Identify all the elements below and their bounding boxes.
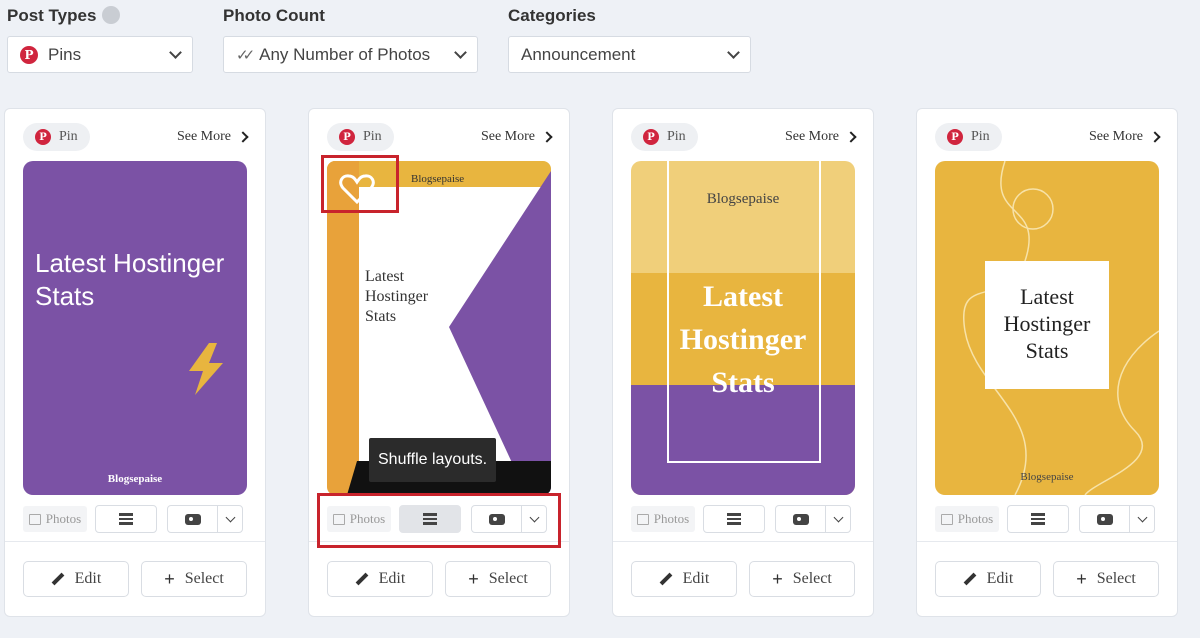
pin-preview-image[interactable]: Latest Hostinger Stats Blogsepaise xyxy=(935,161,1159,495)
divider xyxy=(613,541,873,542)
see-more-link[interactable]: See More xyxy=(785,129,857,145)
plus-icon: + xyxy=(772,568,783,589)
see-more-link[interactable]: See More xyxy=(177,129,249,145)
plus-icon: + xyxy=(468,568,479,589)
pinterest-icon: P xyxy=(947,129,963,145)
divider xyxy=(5,541,265,542)
pencil-icon xyxy=(963,572,977,586)
select-button[interactable]: + Select xyxy=(445,561,551,597)
camera-button[interactable] xyxy=(1080,506,1130,532)
chevron-right-icon xyxy=(845,131,857,143)
photo-count-value: Any Number of Photos xyxy=(259,44,431,64)
edit-button[interactable]: Edit xyxy=(327,561,433,597)
shuffle-layout-button[interactable] xyxy=(1007,505,1069,533)
photos-button[interactable]: Photos xyxy=(935,506,999,532)
camera-split-button xyxy=(775,505,851,533)
pinterest-icon: P xyxy=(35,129,51,145)
divider xyxy=(917,541,1177,542)
photos-icon xyxy=(636,513,649,525)
pencil-icon xyxy=(659,572,673,586)
pin-preview-image[interactable]: Latest Hostinger Stats Blogsepaise xyxy=(23,161,247,495)
pin-preview-image[interactable]: Blogsepaise Latest Hostinger Stats xyxy=(631,161,855,495)
edit-button[interactable]: Edit xyxy=(935,561,1041,597)
pencil-icon xyxy=(51,572,65,586)
pin-brand: Blogsepaise xyxy=(107,473,163,485)
toolbar-highlight-box xyxy=(317,493,561,548)
filter-post-types-label: Post Types xyxy=(7,6,121,26)
camera-dropdown-button[interactable] xyxy=(218,506,242,532)
shuffle-layout-icon xyxy=(727,513,741,525)
photos-icon xyxy=(28,513,41,525)
camera-button[interactable] xyxy=(776,506,826,532)
pin-title: Latest Hostinger Stats xyxy=(679,280,807,399)
pin-title: Latest Hostinger Stats xyxy=(365,268,429,325)
photos-icon xyxy=(940,513,953,525)
pinterest-icon: P xyxy=(643,129,659,145)
pencil-icon xyxy=(355,572,369,586)
select-button[interactable]: + Select xyxy=(141,561,247,597)
shuffle-layout-button[interactable] xyxy=(95,505,157,533)
pinterest-icon: P xyxy=(339,129,355,145)
see-more-link[interactable]: See More xyxy=(1089,129,1161,145)
chevron-down-icon xyxy=(225,512,235,523)
info-icon[interactable] xyxy=(102,6,121,24)
see-more-link[interactable]: See More xyxy=(481,129,553,145)
photos-button[interactable]: Photos xyxy=(23,506,87,532)
camera-icon xyxy=(1096,513,1113,525)
pin-brand: Blogsepaise xyxy=(1020,471,1074,483)
plus-icon: + xyxy=(1076,568,1087,589)
camera-icon xyxy=(792,513,809,525)
plus-icon: + xyxy=(164,568,175,589)
shuffle-layouts-tooltip: Shuffle layouts. xyxy=(369,438,497,482)
edit-button[interactable]: Edit xyxy=(631,561,737,597)
select-button[interactable]: + Select xyxy=(749,561,855,597)
camera-dropdown-button[interactable] xyxy=(826,506,850,532)
pin-card: P Pin See More Latest Hostinger Stats Blo… xyxy=(4,108,266,617)
pinterest-icon: P xyxy=(20,45,38,64)
pin-title: Latest Hostinger Stats xyxy=(1003,284,1091,363)
lightning-icon xyxy=(189,343,223,395)
shuffle-layout-icon xyxy=(119,513,133,525)
pin-brand: Blogsepaise xyxy=(706,191,780,207)
filter-categories-label: Categories xyxy=(508,6,596,25)
camera-split-button xyxy=(1079,505,1155,533)
shuffle-layout-icon xyxy=(1031,513,1045,525)
post-types-select[interactable]: P Pins xyxy=(7,36,193,73)
heart-highlight-box xyxy=(321,155,399,213)
categories-value: Announcement xyxy=(521,44,636,64)
pin-brand: Blogsepaise xyxy=(411,173,465,185)
chevron-down-icon xyxy=(727,45,740,59)
double-check-icon: ✓✓ xyxy=(236,46,255,64)
chevron-down-icon xyxy=(833,512,843,523)
photos-button[interactable]: Photos xyxy=(631,506,695,532)
pin-title: Latest Hostinger Stats xyxy=(35,248,225,311)
post-types-value: Pins xyxy=(48,44,82,64)
camera-icon xyxy=(184,513,201,525)
chevron-down-icon xyxy=(169,45,182,59)
pin-card: P Pin See More Latest Hostinger Stats Blo… xyxy=(916,108,1178,617)
camera-dropdown-button[interactable] xyxy=(1130,506,1154,532)
categories-select[interactable]: Announcement xyxy=(508,36,751,73)
chevron-right-icon xyxy=(541,131,553,143)
pin-card: P Pin See More Blogsepaise Latest Hosting… xyxy=(612,108,874,617)
pin-badge: P Pin xyxy=(23,123,90,151)
chevron-down-icon xyxy=(1137,512,1147,523)
select-button[interactable]: + Select xyxy=(1053,561,1159,597)
edit-button[interactable]: Edit xyxy=(23,561,129,597)
pin-badge: P Pin xyxy=(935,123,1002,151)
camera-split-button xyxy=(167,505,243,533)
pin-badge: P Pin xyxy=(327,123,394,151)
photo-count-select[interactable]: ✓✓ Any Number of Photos xyxy=(223,36,478,73)
chevron-right-icon xyxy=(1149,131,1161,143)
shuffle-layout-button[interactable] xyxy=(703,505,765,533)
pin-badge: P Pin xyxy=(631,123,698,151)
filter-photo-count-label: Photo Count xyxy=(223,6,325,25)
camera-button[interactable] xyxy=(168,506,218,532)
chevron-down-icon xyxy=(454,45,467,59)
chevron-right-icon xyxy=(237,131,249,143)
